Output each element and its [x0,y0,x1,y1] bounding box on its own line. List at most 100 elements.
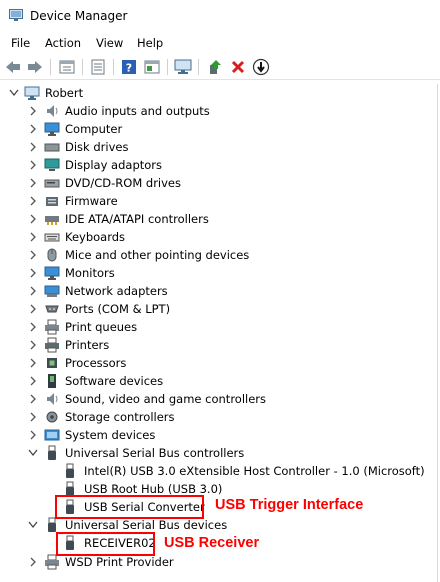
menu-file[interactable]: File [11,36,30,50]
chevron-right-icon[interactable] [28,411,38,423]
tree-category-label: Keyboards [65,230,126,244]
menu-help[interactable]: Help [137,36,163,50]
tree-category-label: Printers [65,338,110,352]
tree-root-label: Robert [45,86,84,100]
usb-icon [48,517,56,532]
annotation-usb-receiver: USB Receiver [164,535,260,551]
menu-action[interactable]: Action [45,36,81,50]
chevron-right-icon[interactable] [28,105,38,117]
tree-category-label: Network adapters [65,284,168,298]
tree-category[interactable]: Sound, video and game controllers [0,390,440,408]
title-bar: Device Manager [0,0,440,32]
forward-arrow-icon[interactable] [26,58,44,76]
window-title: Device Manager [30,9,128,23]
menu-view[interactable]: View [96,36,123,50]
tree-category-label: Storage controllers [65,410,175,424]
show-hidden-icon[interactable] [143,58,161,76]
tree-category[interactable]: System devices [0,426,440,444]
chevron-right-icon[interactable] [28,231,38,243]
chevron-right-icon[interactable] [28,267,38,279]
usb-icon [48,445,56,460]
computer-icon [24,86,40,100]
uninstall-icon[interactable] [229,58,247,76]
chevron-right-icon[interactable] [28,195,38,207]
tree-category[interactable]: Keyboards [0,228,440,246]
tree-category-label: Disk drives [65,140,129,154]
ide-controller-icon [45,216,59,225]
tree-category[interactable]: Network adapters [0,282,440,300]
list-view-icon[interactable] [89,58,107,76]
tree-category[interactable]: Display adaptors [0,156,440,174]
properties-icon[interactable] [58,58,76,76]
software-device-icon [48,374,56,388]
tree-category[interactable]: IDE ATA/ATAPI controllers [0,210,440,228]
print-queue-icon [45,319,59,335]
usb-icon [66,463,74,478]
back-arrow-icon[interactable] [4,58,22,76]
tree-category[interactable]: Audio inputs and outputs [0,102,440,120]
tree-category[interactable]: Monitors [0,264,440,282]
highlight-box-trigger [55,495,204,519]
device-manager-icon [9,9,23,21]
tree-root[interactable]: Robert [0,84,440,102]
help-icon[interactable]: ? [120,58,138,76]
chevron-right-icon[interactable] [28,375,38,387]
tree-device[interactable]: Intel(R) USB 3.0 eXtensible Host Control… [0,462,440,480]
tree-category[interactable]: Computer [0,120,440,138]
tree-category[interactable]: Storage controllers [0,408,440,426]
tree-category-label: Monitors [65,266,115,280]
system-devices-icon [44,429,60,441]
chevron-right-icon[interactable] [28,393,38,405]
chevron-right-icon[interactable] [28,285,38,297]
tree-border [437,84,438,582]
tree-category[interactable]: Software devices [0,372,440,390]
tree-category-label: Firmware [65,194,118,208]
svg-text:?: ? [126,62,132,75]
tree-category-label: Display adaptors [65,158,163,172]
tree-category[interactable]: Firmware [0,192,440,210]
chevron-right-icon[interactable] [28,177,38,189]
storage-controller-icon [46,411,58,423]
tree-category[interactable]: DVD/CD-ROM drives [0,174,440,192]
tree-category-label: Universal Serial Bus controllers [65,446,245,460]
chevron-right-icon[interactable] [28,429,38,441]
menu-bar: File Action View Help [0,34,440,54]
speaker-icon [47,393,58,405]
tree-category-label: Computer [65,122,123,136]
disable-device-icon[interactable] [252,58,270,76]
tree-category[interactable]: Ports (COM & LPT) [0,300,440,318]
tree-category[interactable]: Mice and other pointing devices [0,246,440,264]
chevron-down-icon[interactable] [28,447,38,459]
chevron-right-icon[interactable] [28,321,38,333]
chevron-right-icon[interactable] [28,123,38,135]
scan-hardware-icon[interactable] [174,58,192,76]
toolbar-separator [113,59,114,75]
tree-category[interactable]: Processors [0,354,440,372]
processor-icon [47,358,57,368]
chevron-right-icon[interactable] [28,249,38,261]
tree-category[interactable]: Disk drives [0,138,440,156]
dvd-drive-icon [44,179,60,188]
tree-category-label: Audio inputs and outputs [65,104,210,118]
update-driver-icon[interactable] [206,58,224,76]
chevron-right-icon[interactable] [28,339,38,351]
tree-category[interactable]: Printers [0,336,440,354]
tree-category-label: Print queues [65,320,138,334]
tree-category-label: Universal Serial Bus devices [65,518,228,532]
chevron-down-icon[interactable] [28,519,38,531]
tree-device-label: Intel(R) USB 3.0 eXtensible Host Control… [84,464,425,478]
chevron-right-icon[interactable] [28,357,38,369]
tree-category-usb-controllers[interactable]: Universal Serial Bus controllers [0,444,440,462]
toolbar-separator [82,59,83,75]
chevron-down-icon[interactable] [9,87,19,99]
tree-category-label: Software devices [65,374,164,388]
chevron-right-icon[interactable] [28,303,38,315]
chevron-right-icon[interactable] [28,141,38,153]
tree-category[interactable]: Print queues [0,318,440,336]
tree-category-label: Sound, video and game controllers [65,392,267,406]
chevron-right-icon[interactable] [28,556,38,568]
chevron-right-icon[interactable] [28,159,38,171]
tree-category-label: Mice and other pointing devices [65,248,250,262]
chevron-right-icon[interactable] [28,213,38,225]
tree-category-label: DVD/CD-ROM drives [65,176,181,190]
